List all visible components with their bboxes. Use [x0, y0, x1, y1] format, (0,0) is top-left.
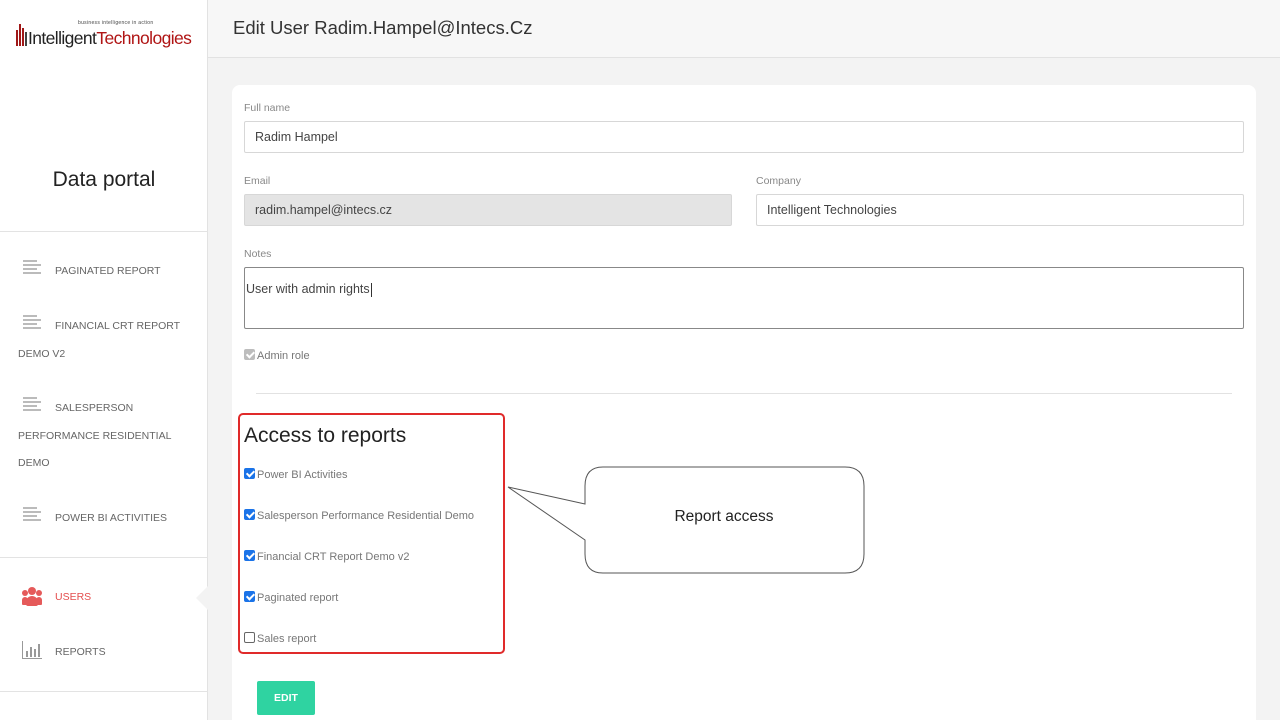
access-title: Access to reports: [244, 424, 407, 447]
logo-name: IntelligentTechnologies: [28, 28, 192, 48]
company-input[interactable]: [756, 194, 1244, 226]
sidebar-item-paginated-report[interactable]: PAGINATED REPORT: [18, 258, 202, 286]
email-label: Email: [244, 175, 271, 187]
bar-chart-icon: [22, 641, 42, 659]
full-name-label: Full name: [244, 102, 291, 114]
text-cursor: [370, 282, 372, 297]
sidebar-item-label: POWER BI ACTIVITIES: [55, 512, 168, 524]
report-checkbox-financial-crt[interactable]: [244, 550, 255, 561]
sidebar-item-financial-crt-report[interactable]: FINANCIAL CRT REPORT DEMO V2: [18, 313, 202, 368]
sidebar-item-label: SALESPERSON: [55, 402, 134, 414]
report-checkbox-paginated-report[interactable]: [244, 591, 255, 602]
callout-text: Report access: [674, 508, 774, 525]
sidebar-item-label: USERS: [55, 591, 92, 603]
page-header: Edit User Radim.Hampel@Intecs.Cz: [208, 0, 1280, 58]
sidebar-item-users[interactable]: USERS: [18, 584, 202, 612]
report-label: Power BI Activities: [257, 469, 348, 481]
sidebar-divider: [0, 557, 208, 558]
full-name-input[interactable]: [244, 121, 1244, 153]
sidebar-item-reports[interactable]: REPORTS: [18, 639, 202, 667]
sidebar-item-label: REPORTS: [55, 646, 106, 658]
report-checkbox-sales-report[interactable]: [244, 632, 255, 643]
sidebar-item-label: DEMO V2: [18, 347, 66, 360]
admin-role-label: Admin role: [257, 350, 310, 362]
sidebar-divider: [0, 691, 208, 692]
report-checkbox-salesperson-performance[interactable]: [244, 509, 255, 520]
notes-label: Notes: [244, 248, 272, 260]
report-checkbox-power-bi-activities[interactable]: [244, 468, 255, 479]
page-title: Edit User Radim.Hampel@Intecs.Cz: [233, 17, 533, 38]
sidebar-item-salesperson-performance[interactable]: SALESPERSON PERFORMANCE RESIDENTIAL DEMO: [18, 395, 202, 478]
list-icon: [23, 315, 41, 329]
sidebar: business intelligence in action Intellig…: [0, 0, 208, 720]
list-icon: [23, 507, 41, 521]
sidebar-divider: [0, 231, 208, 232]
report-label: Sales report: [257, 633, 317, 645]
sidebar-item-label: FINANCIAL CRT REPORT: [55, 320, 181, 332]
notes-textarea[interactable]: User with admin rights: [244, 267, 1244, 329]
sidebar-item-label: PERFORMANCE RESIDENTIAL: [18, 429, 172, 442]
list-icon: [23, 260, 41, 274]
sidebar-item-label: DEMO: [18, 457, 50, 469]
active-indicator: [196, 586, 208, 610]
list-icon: [23, 397, 41, 411]
logo-bars-icon: [16, 24, 27, 46]
report-label: Paginated report: [257, 592, 339, 604]
sidebar-item-label: PAGINATED REPORT: [55, 265, 161, 277]
users-icon: [22, 587, 42, 607]
portal-title: Data portal: [52, 168, 156, 191]
logo-tagline: business intelligence in action: [78, 20, 154, 26]
access-highlight-box: [238, 413, 505, 654]
edit-button[interactable]: EDIT: [257, 681, 315, 715]
email-input[interactable]: [244, 194, 732, 226]
sidebar-item-power-bi-activities[interactable]: POWER BI ACTIVITIES: [18, 505, 202, 533]
report-label: Financial CRT Report Demo v2: [257, 551, 410, 563]
section-divider: [256, 393, 1232, 394]
company-logo[interactable]: business intelligence in action Intellig…: [14, 20, 194, 50]
company-label: Company: [756, 175, 801, 187]
notes-text: User with admin rights: [246, 282, 370, 296]
report-label: Salesperson Performance Residential Demo: [257, 510, 475, 522]
admin-role-checkbox[interactable]: [244, 349, 255, 360]
